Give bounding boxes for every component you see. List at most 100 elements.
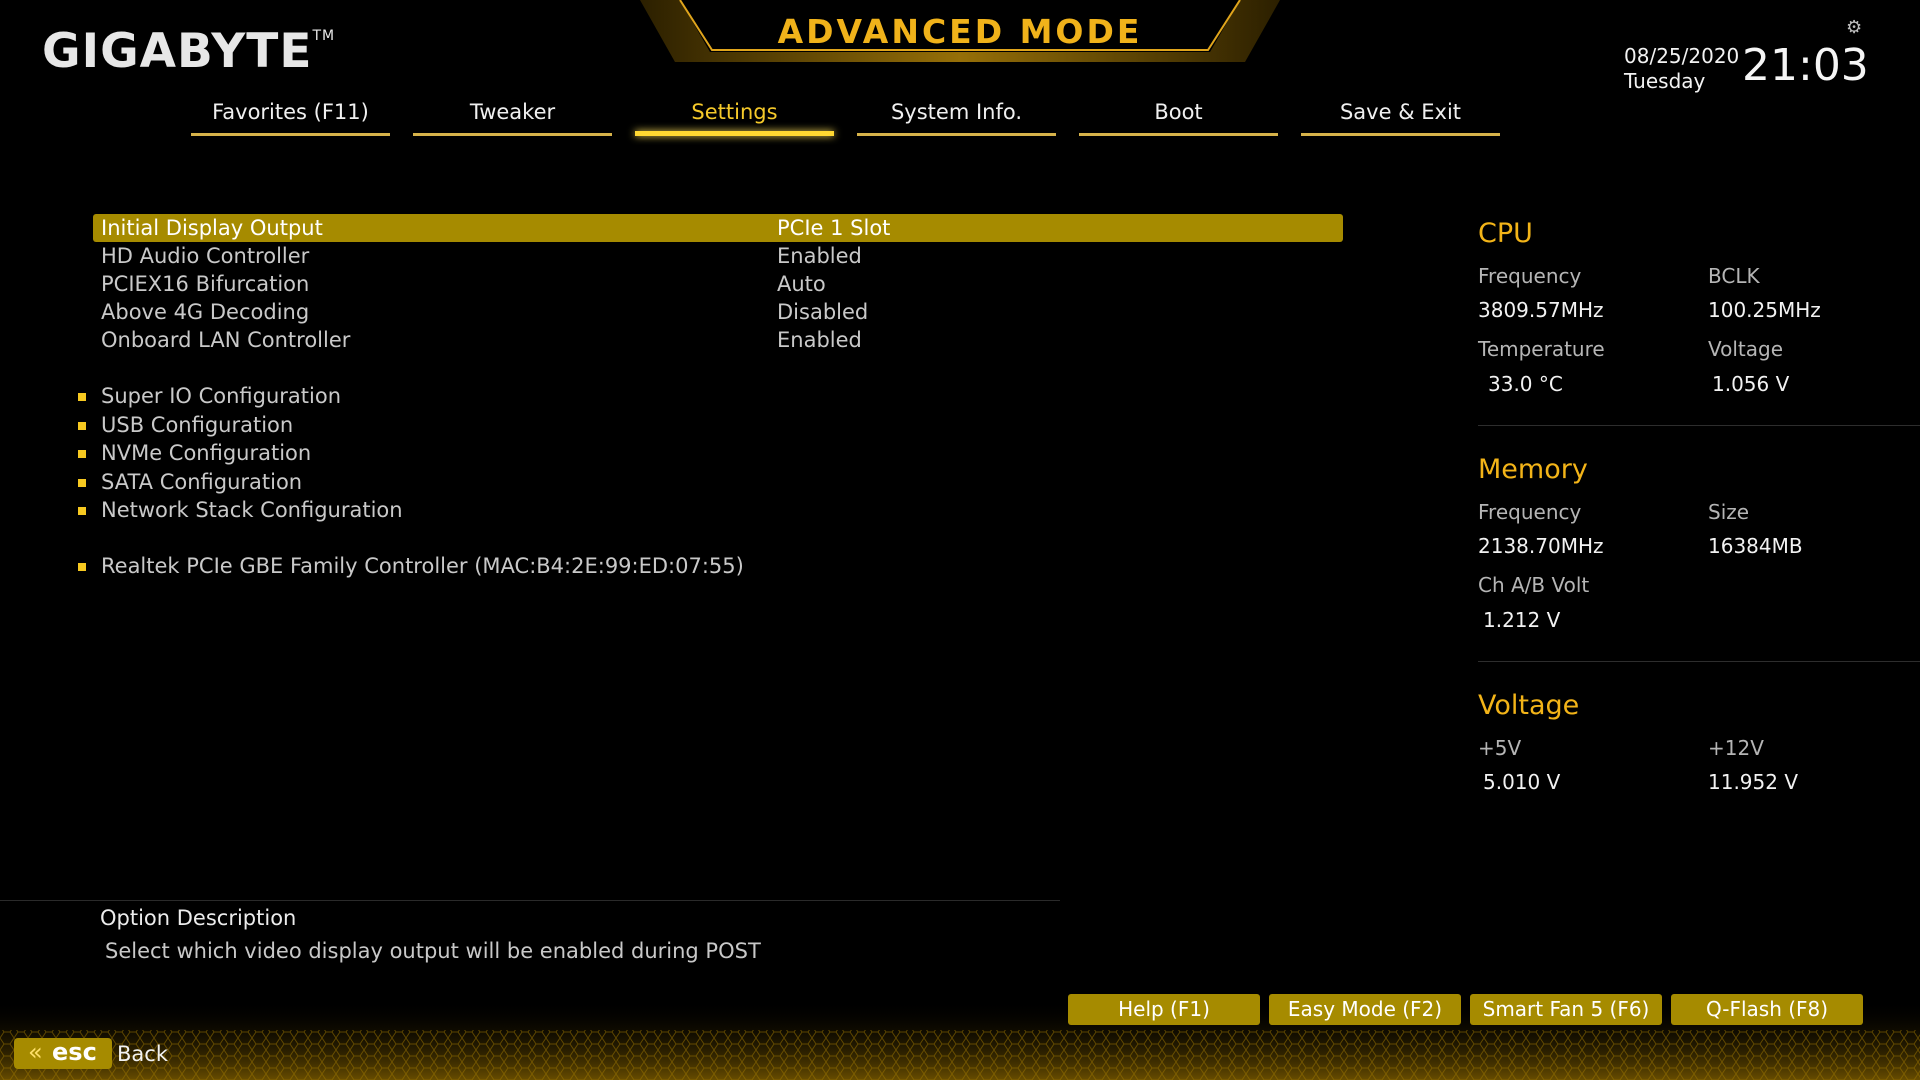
- smart-fan-button[interactable]: Smart Fan 5 (F6): [1470, 994, 1662, 1025]
- tab-label: Favorites (F11): [212, 100, 369, 124]
- setting-value[interactable]: Enabled: [777, 242, 862, 270]
- tab-underline: [1079, 133, 1278, 136]
- submenu-label: Network Stack Configuration: [101, 498, 403, 522]
- voltage-5v-label: +5V: [1478, 736, 1522, 760]
- tab-tweaker[interactable]: Tweaker: [413, 92, 612, 136]
- date-text: 08/25/2020: [1624, 44, 1740, 68]
- setting-label: PCIEX16 Bifurcation: [101, 272, 310, 296]
- section-divider: [1478, 661, 1920, 662]
- setting-value[interactable]: Enabled: [777, 326, 862, 354]
- tab-label: System Info.: [890, 100, 1023, 124]
- memory-size-value: 16384MB: [1708, 534, 1803, 558]
- tab-label: Tweaker: [469, 100, 556, 124]
- bullet-icon: [78, 507, 86, 515]
- brand-logo: GIGABYTETM: [42, 24, 335, 79]
- cpu-bclk-value: 100.25MHz: [1708, 298, 1821, 322]
- gear-icon[interactable]: ⚙: [1846, 17, 1862, 38]
- bullet-icon: [78, 450, 86, 458]
- tab-underline: [635, 131, 834, 136]
- submenu-nvme[interactable]: NVMe Configuration: [76, 439, 976, 468]
- memory-frequency-value: 2138.70MHz: [1478, 534, 1604, 558]
- submenu-label: Realtek PCIe GBE Family Controller (MAC:…: [101, 553, 744, 578]
- cpu-voltage-label: Voltage: [1708, 337, 1784, 361]
- memory-frequency-label: Frequency: [1478, 500, 1582, 524]
- bullet-icon: [78, 478, 86, 487]
- bullet-icon: [78, 393, 86, 401]
- bullet-icon: [78, 421, 86, 430]
- setting-label: Above 4G Decoding: [101, 300, 310, 324]
- setting-above-4g-decoding[interactable]: Above 4G Decoding Disabled: [93, 298, 1343, 326]
- tab-underline: [1301, 133, 1500, 136]
- memory-size-label: Size: [1708, 500, 1750, 524]
- esc-label: esc: [52, 1038, 97, 1066]
- help-button[interactable]: Help (F1): [1068, 994, 1260, 1025]
- setting-label: HD Audio Controller: [101, 244, 310, 268]
- tab-boot[interactable]: Boot: [1079, 92, 1278, 136]
- bullet-icon: [78, 562, 86, 571]
- tab-save-exit[interactable]: Save & Exit: [1301, 92, 1500, 136]
- tab-underline: [857, 133, 1056, 136]
- submenu-super-io[interactable]: Super IO Configuration: [76, 382, 976, 411]
- hardware-monitor: CPU Frequency BCLK 3809.57MHz 100.25MHz …: [1478, 212, 1920, 920]
- submenu-label: USB Configuration: [101, 412, 294, 437]
- voltage-section: Voltage +5V +12V 5.010 V 11.952 V: [1478, 684, 1920, 920]
- setting-pciex16-bifurcation[interactable]: PCIEX16 Bifurcation Auto: [93, 270, 1343, 298]
- memory-section: Memory Frequency Size 2138.70MHz 16384MB…: [1478, 448, 1920, 684]
- tab-system-info[interactable]: System Info.: [857, 92, 1056, 136]
- setting-onboard-lan-controller[interactable]: Onboard LAN Controller Enabled: [93, 326, 1343, 354]
- cpu-bclk-label: BCLK: [1708, 264, 1760, 288]
- setting-label: Onboard LAN Controller: [101, 328, 351, 352]
- submenu-label: NVMe Configuration: [101, 441, 312, 465]
- brand-trademark: TM: [312, 28, 336, 45]
- double-chevron-left-icon: «: [28, 1038, 43, 1066]
- submenu-label: Super IO Configuration: [101, 384, 342, 408]
- brand-name: GIGABYTE: [42, 24, 313, 79]
- setting-hd-audio-controller[interactable]: HD Audio Controller Enabled: [93, 242, 1343, 270]
- q-flash-button[interactable]: Q-Flash (F8): [1671, 994, 1863, 1025]
- submenu-network-stack[interactable]: Network Stack Configuration: [76, 496, 976, 525]
- esc-button[interactable]: « esc: [14, 1038, 112, 1069]
- clock: 21:03: [1742, 40, 1869, 91]
- cpu-voltage-value: 1.056 V: [1712, 372, 1790, 396]
- tab-label: Save & Exit: [1339, 100, 1462, 124]
- submenu-list: Super IO Configuration USB Configuration…: [76, 382, 976, 580]
- section-divider: [1478, 425, 1920, 426]
- mode-title: ADVANCED MODE: [777, 12, 1143, 51]
- cpu-temperature-value: 33.0 °C: [1488, 372, 1563, 396]
- description-divider: [0, 900, 1060, 901]
- weekday-text: Tuesday: [1624, 69, 1706, 93]
- memory-chab-value: 1.212 V: [1483, 608, 1561, 632]
- mode-banner: ADVANCED MODE: [640, 0, 1280, 62]
- memory-title: Memory: [1478, 454, 1588, 485]
- setting-value[interactable]: PCIe 1 Slot: [777, 214, 890, 242]
- easy-mode-button[interactable]: Easy Mode (F2): [1269, 994, 1461, 1025]
- submenu-realtek-lan[interactable]: Realtek PCIe GBE Family Controller (MAC:…: [76, 552, 976, 581]
- submenu-label: SATA Configuration: [101, 469, 303, 494]
- settings-list: Initial Display Output PCIe 1 Slot HD Au…: [93, 214, 1343, 354]
- voltage-5v-value: 5.010 V: [1483, 770, 1561, 794]
- setting-value[interactable]: Disabled: [777, 298, 868, 326]
- submenu-sata[interactable]: SATA Configuration: [76, 468, 976, 497]
- voltage-title: Voltage: [1478, 690, 1580, 721]
- setting-label: Initial Display Output: [101, 216, 323, 240]
- description-title: Option Description: [100, 906, 297, 930]
- cpu-frequency-value: 3809.57MHz: [1478, 298, 1604, 322]
- cpu-temperature-label: Temperature: [1478, 337, 1605, 361]
- tab-underline: [413, 133, 612, 136]
- back-label[interactable]: Back: [117, 1042, 168, 1066]
- submenu-usb[interactable]: USB Configuration: [76, 411, 976, 440]
- date-display: 08/25/2020 Tuesday: [1624, 44, 1739, 94]
- setting-value[interactable]: Auto: [777, 270, 826, 298]
- tab-settings[interactable]: Settings: [635, 92, 834, 136]
- tab-label: Settings: [691, 100, 778, 124]
- tab-underline: [191, 133, 390, 136]
- tab-label: Boot: [1154, 100, 1203, 124]
- bios-screen: ADVANCED MODE GIGABYTETM 08/25/2020 Tues…: [0, 0, 1920, 1080]
- voltage-12v-label: +12V: [1708, 736, 1764, 760]
- cpu-section: CPU Frequency BCLK 3809.57MHz 100.25MHz …: [1478, 212, 1920, 448]
- setting-initial-display-output[interactable]: Initial Display Output PCIe 1 Slot: [93, 214, 1343, 242]
- tab-favorites[interactable]: Favorites (F11): [191, 92, 390, 136]
- memory-chab-label: Ch A/B Volt: [1478, 573, 1590, 597]
- voltage-12v-value: 11.952 V: [1708, 770, 1799, 794]
- cpu-frequency-label: Frequency: [1478, 264, 1582, 288]
